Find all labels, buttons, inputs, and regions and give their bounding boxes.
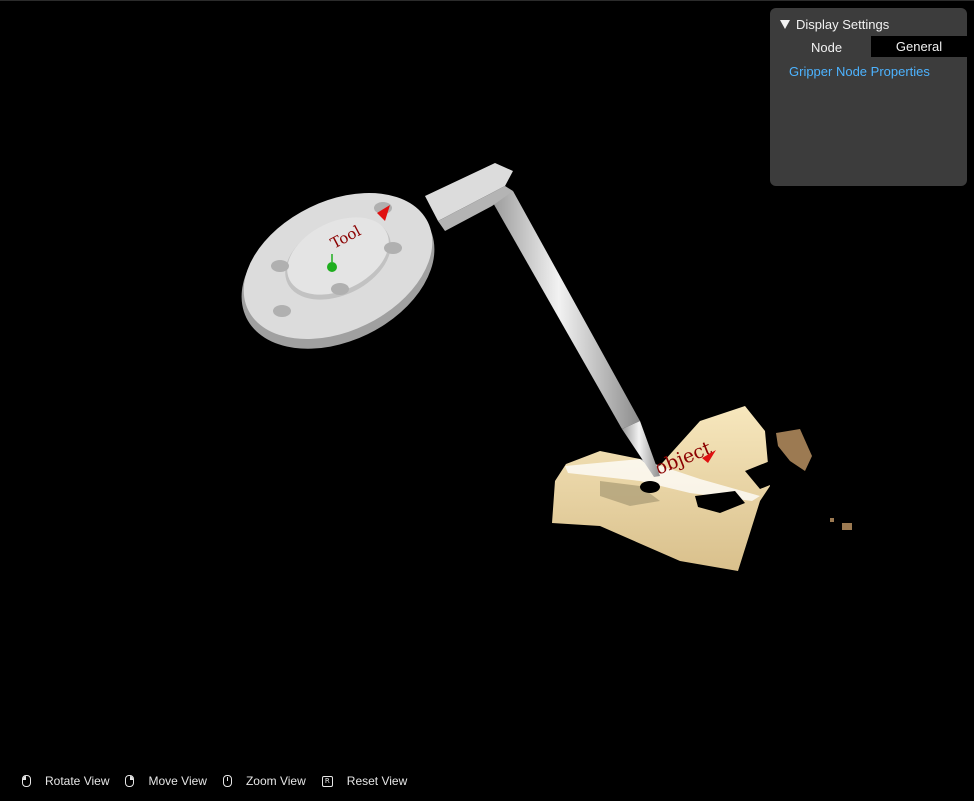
gripper-node-properties-link[interactable]: Gripper Node Properties — [789, 64, 930, 79]
r-key-icon: R — [321, 775, 333, 787]
mouse-right-icon — [125, 775, 135, 787]
collapse-triangle-icon — [780, 19, 790, 29]
mouse-left-icon — [22, 775, 31, 787]
view-controls-hint-bar: Rotate View Move View Zoom View R Reset … — [22, 772, 423, 790]
zoom-view-label: Zoom View — [245, 774, 306, 788]
move-view-label: Move View — [148, 774, 207, 788]
gripper-rod — [492, 191, 660, 477]
point-cloud-object: object — [552, 406, 852, 571]
gripper-flange: Tool — [241, 192, 435, 349]
node-label: Node — [811, 40, 843, 55]
reset-view-hint: R Reset View — [321, 774, 408, 788]
move-view-hint: Move View — [125, 774, 207, 788]
zoom-view-hint: Zoom View — [222, 774, 306, 788]
display-settings-panel: Display Settings Node General Gripper No… — [770, 8, 967, 186]
rotate-view-hint: Rotate View — [22, 774, 109, 788]
node-select[interactable]: General — [871, 36, 967, 57]
mouse-wheel-icon — [222, 775, 232, 787]
reset-view-label: Reset View — [346, 774, 408, 788]
gripper-arm — [425, 163, 513, 231]
display-settings-title: Display Settings — [796, 16, 890, 32]
display-settings-toggle[interactable]: Display Settings — [780, 15, 889, 33]
rotate-view-label: Rotate View — [45, 774, 110, 788]
